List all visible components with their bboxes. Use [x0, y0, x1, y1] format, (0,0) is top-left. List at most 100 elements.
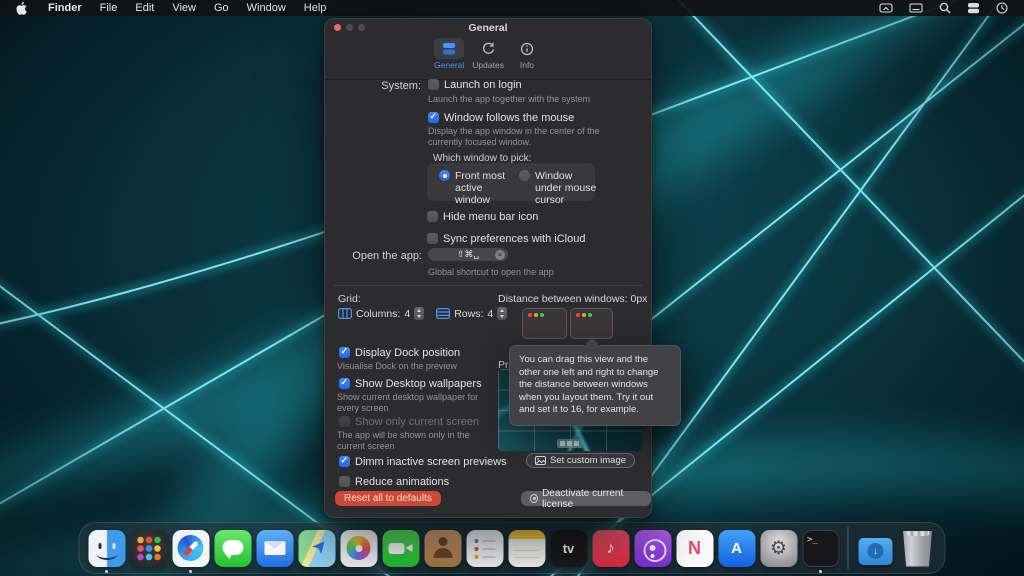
dock-terminal[interactable]: >_ — [802, 524, 840, 573]
deactivate-license-label: Deactivate current license — [542, 487, 624, 510]
hide-menu-bar-checkbox[interactable] — [427, 211, 438, 222]
set-custom-image-label: Set custom image — [550, 455, 627, 466]
dock-finder[interactable] — [88, 524, 126, 573]
rows-value: 4 — [487, 307, 494, 320]
contacts-icon — [424, 529, 461, 567]
shortcut-sub: Global shortcut to open the app — [428, 267, 554, 277]
deactivate-license-button[interactable]: Deactivate current license — [521, 488, 651, 510]
clock-icon[interactable] — [990, 2, 1014, 14]
hide-menu-bar-label: Hide menu bar icon — [443, 211, 539, 223]
dock-downloads[interactable]: ↓ — [857, 524, 895, 572]
trash-icon — [903, 530, 932, 567]
window-follows-checkbox[interactable] — [428, 111, 439, 123]
facetime-icon — [382, 529, 419, 567]
dimm-previews-label: Dimm inactive screen previews — [355, 456, 507, 468]
running-indicator — [105, 570, 108, 573]
front-most-radio[interactable] — [439, 170, 450, 181]
open-app-label: Open the app: — [352, 250, 422, 262]
running-indicator — [189, 570, 192, 573]
clear-shortcut-icon[interactable]: × — [495, 249, 505, 260]
keyboard-icon[interactable] — [903, 3, 929, 13]
dock-messages[interactable] — [214, 524, 252, 572]
distance-window-left[interactable] — [522, 308, 567, 339]
appstore-icon: A — [718, 529, 755, 567]
menu-edit[interactable]: Edit — [126, 2, 163, 14]
dock-facetime[interactable] — [382, 524, 420, 572]
reset-defaults-label: Reset all to defaults — [344, 493, 432, 504]
terminal-prompt-glyph: >_ — [807, 534, 818, 545]
reduce-animations-checkbox[interactable] — [339, 476, 350, 487]
which-window-group: Front most active window Window under mo… — [427, 163, 596, 206]
messages-icon — [214, 529, 251, 567]
news-icon: N — [676, 529, 713, 567]
menu-window[interactable]: Window — [238, 2, 295, 14]
distance-window-right[interactable] — [570, 308, 613, 339]
menu-finder[interactable]: Finder — [39, 2, 91, 14]
dimm-previews-checkbox[interactable] — [339, 455, 350, 467]
spotlight-search-icon[interactable] — [933, 2, 957, 14]
dock-separator — [847, 527, 849, 569]
radio-front-most[interactable]: Front most active window — [439, 170, 519, 206]
show-wallpapers-sub: Show current desktop wallpaper for every… — [337, 392, 479, 413]
columns-stepper[interactable] — [414, 307, 425, 320]
launch-on-login-sub: Launch the app together with the system — [428, 94, 591, 104]
tv-glyph: tv — [562, 540, 575, 556]
settings-gear-icon: ⚙ — [760, 529, 797, 567]
safari-icon — [172, 529, 209, 567]
apple-menu-icon[interactable] — [10, 1, 33, 15]
columns-value: 4 — [404, 307, 411, 320]
sync-icloud-checkbox[interactable] — [427, 233, 438, 244]
radio-window-under[interactable]: Window under mouse cursor — [519, 170, 599, 206]
dock-launchpad[interactable] — [130, 524, 168, 572]
only-current-screen-checkbox[interactable] — [339, 416, 350, 427]
dock-maps[interactable] — [298, 524, 336, 572]
menu-help[interactable]: Help — [295, 2, 336, 14]
dock-safari[interactable] — [172, 524, 210, 573]
dock-trash[interactable] — [899, 524, 937, 572]
running-indicator — [819, 570, 822, 573]
columns-label: Columns: — [356, 307, 401, 320]
dock-contacts[interactable] — [424, 524, 462, 572]
dock-appstore[interactable]: A — [718, 524, 756, 572]
columns-icon — [338, 308, 352, 319]
launch-on-login-checkbox[interactable] — [428, 79, 439, 90]
preview-dock — [557, 439, 583, 448]
menu-bar: Finder File Edit View Go Window Help — [0, 0, 1024, 16]
dock-news[interactable]: N — [676, 524, 714, 572]
shortcut-field[interactable]: ⇧⌘␣ × — [428, 248, 508, 261]
menu-view[interactable]: View — [163, 2, 205, 14]
finder-icon — [88, 529, 125, 567]
dock-settings[interactable]: ⚙ — [760, 524, 798, 572]
desktop: Finder File Edit View Go Window Help Gen… — [0, 0, 1024, 576]
window-under-radio[interactable] — [519, 170, 530, 181]
screen-mirroring-icon[interactable] — [873, 2, 899, 14]
launchpad-icon — [130, 529, 167, 567]
dock-podcasts[interactable] — [634, 524, 672, 572]
music-icon: ♪ — [592, 529, 629, 567]
dock-music[interactable]: ♪ — [592, 524, 630, 572]
notes-icon — [508, 529, 545, 567]
dock: tv ♪ N A ⚙ >_ ↓ — [78, 522, 946, 574]
dock-reminders[interactable] — [466, 524, 504, 572]
dock-tv[interactable]: tv — [550, 524, 588, 572]
rows-stepper[interactable] — [497, 307, 508, 320]
show-wallpapers-label: Show Desktop wallpapers — [355, 378, 482, 390]
launch-on-login-label: Launch on login — [444, 79, 522, 91]
display-dock-checkbox[interactable] — [339, 346, 350, 358]
show-wallpapers-checkbox[interactable] — [339, 377, 350, 389]
menu-go[interactable]: Go — [205, 2, 238, 14]
distance-label: Distance between windows: 0px — [498, 293, 648, 305]
dock-mail[interactable] — [256, 524, 294, 572]
sync-icloud-label: Sync preferences with iCloud — [443, 233, 586, 245]
mail-icon — [256, 529, 293, 567]
set-custom-image-button[interactable]: Set custom image — [526, 453, 636, 468]
menu-file[interactable]: File — [91, 2, 127, 14]
dock-notes[interactable] — [508, 524, 546, 572]
app-menubar-icon[interactable] — [961, 2, 986, 14]
window-follows-sub: Display the app window in the center of … — [428, 126, 600, 147]
window-under-label: Window under mouse cursor — [535, 170, 597, 206]
appstore-glyph: A — [731, 539, 742, 557]
reset-defaults-button[interactable]: Reset all to defaults — [335, 491, 441, 506]
dock-photos[interactable] — [340, 524, 378, 572]
grid-label: Grid: — [338, 293, 361, 305]
